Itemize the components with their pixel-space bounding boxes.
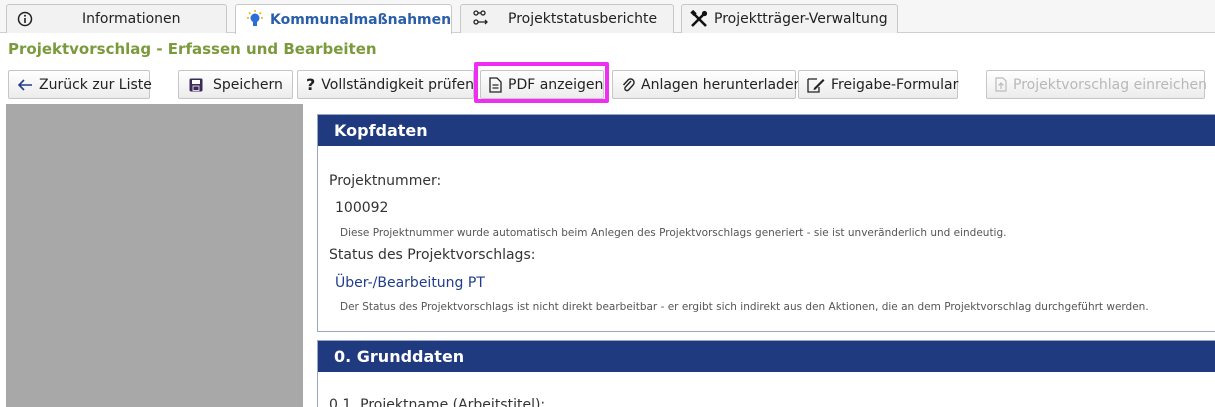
release-form-button[interactable]: Freigabe-Formular: [798, 70, 958, 99]
lightbulb-icon: [244, 10, 266, 28]
completeness-check-label: Vollständigkeit prüfen: [321, 76, 474, 93]
tab-informationen[interactable]: Informationen: [6, 4, 227, 33]
status-value: Über-/Bearbeitung PT: [335, 275, 485, 291]
info-icon: [17, 11, 33, 27]
question-mark-icon: ?: [306, 75, 316, 94]
completeness-check-button[interactable]: ? Vollständigkeit prüfen: [297, 70, 474, 99]
status-hint: Der Status des Projektvorschlags ist nic…: [340, 301, 1149, 313]
project-number-label: Projektnummer:: [329, 173, 442, 189]
submit-proposal-label: Projektvorschlag einreichen: [1013, 76, 1207, 93]
project-number-hint: Diese Projektnummer wurde automatisch be…: [340, 227, 1007, 239]
tab-kommunalmassnahmen[interactable]: Kommunalmaßnahmen: [235, 4, 452, 34]
tab-projektstatusberichte-label: Projektstatusberichte: [508, 11, 658, 27]
upload-document-icon: [995, 77, 1007, 92]
status-label: Status des Projektvorschlags:: [329, 247, 536, 263]
left-side-panel: [6, 104, 303, 407]
grunddaten-section: 0. Grunddaten 0.1. Projektname (Arbeitst…: [317, 340, 1215, 407]
project-name-label: 0.1. Projektname (Arbeitstitel):: [329, 397, 546, 407]
pdf-button-highlight: [474, 62, 609, 103]
signature-icon: [807, 77, 825, 93]
download-attachments-label: Anlagen herunterladen: [641, 76, 803, 93]
grunddaten-heading: 0. Grunddaten: [318, 341, 1215, 372]
tools-icon: [690, 10, 708, 28]
tab-projekttraeger-verwaltung[interactable]: Projektträger-Verwaltung: [681, 4, 898, 33]
save-icon: [189, 78, 203, 92]
save-label: Speichern: [213, 76, 283, 93]
tab-bar: Informationen Kommunalmaßnahmen Projekts…: [0, 0, 1215, 34]
page-title: Projektvorschlag - Erfassen und Bearbeit…: [8, 40, 377, 58]
download-attachments-button[interactable]: Anlagen herunterladen: [612, 70, 802, 99]
tab-kommunalmassnahmen-label: Kommunalmaßnahmen: [270, 11, 452, 28]
tab-informationen-label: Informationen: [82, 11, 181, 27]
submit-proposal-button[interactable]: Projektvorschlag einreichen: [986, 70, 1207, 99]
tab-projektstatusberichte[interactable]: Projektstatusberichte: [460, 4, 674, 33]
arrow-left-icon: [17, 78, 33, 92]
tab-projekttraeger-verwaltung-label: Projektträger-Verwaltung: [714, 11, 888, 27]
back-to-list-button[interactable]: Zurück zur Liste: [8, 70, 152, 99]
kopfdaten-section: Kopfdaten Projektnummer: 100092 Diese Pr…: [317, 114, 1215, 332]
release-form-label: Freigabe-Formular: [831, 76, 959, 93]
workflow-icon: [471, 10, 491, 28]
kopfdaten-heading: Kopfdaten: [318, 115, 1215, 146]
back-to-list-label: Zurück zur Liste: [39, 76, 152, 93]
save-button[interactable]: Speichern: [178, 70, 293, 99]
project-number-value: 100092: [335, 200, 389, 216]
paperclip-icon: [621, 77, 635, 93]
